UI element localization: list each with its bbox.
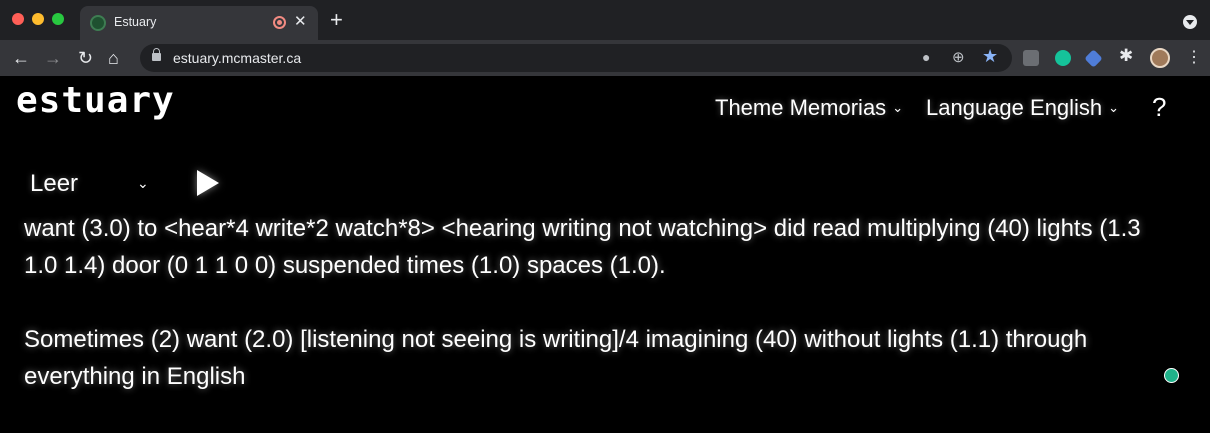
back-arrow-icon[interactable]: ← <box>12 47 30 69</box>
lock-icon[interactable] <box>152 48 161 61</box>
forward-arrow-icon[interactable]: → <box>44 47 62 69</box>
grammarly-extension-icon[interactable] <box>1055 50 1071 66</box>
profile-avatar[interactable] <box>1150 48 1170 68</box>
status-indicator <box>1164 368 1179 383</box>
chevron-down-icon: ⌄ <box>1108 100 1120 115</box>
reload-icon[interactable]: ↻ <box>78 47 93 69</box>
mode-select[interactable]: Leer <box>30 170 78 198</box>
extension-icon[interactable] <box>1084 49 1103 68</box>
browser-tab[interactable]: Estuary ✕ <box>80 6 318 40</box>
zoom-icon[interactable]: ⊕ <box>952 48 965 66</box>
microphone-icon[interactable]: ● <box>922 49 930 65</box>
theme-label: Theme <box>715 95 784 120</box>
browser-tab-bar: Estuary ✕ + <box>0 0 1210 40</box>
close-window-button[interactable] <box>12 13 24 25</box>
play-button[interactable] <box>197 170 219 196</box>
url-text[interactable]: estuary.mcmaster.ca <box>173 50 301 66</box>
tab-close-button[interactable]: ✕ <box>294 12 307 32</box>
estuary-favicon-icon <box>90 15 106 31</box>
bookmark-star-icon[interactable]: ★ <box>982 46 998 67</box>
extensions-puzzle-icon[interactable]: ✱ <box>1119 46 1133 66</box>
help-button[interactable]: ? <box>1152 92 1166 123</box>
chevron-down-icon: ⌄ <box>892 100 904 115</box>
extension-icon[interactable] <box>1023 50 1039 66</box>
estuary-logo: estuary <box>16 80 175 121</box>
chevron-down-icon[interactable]: ⌄ <box>137 175 149 192</box>
text-paragraph: Sometimes (2) want (2.0) [listening not … <box>24 326 1088 390</box>
new-tab-button[interactable]: + <box>330 9 343 31</box>
theme-dropdown[interactable]: Theme Memorias ⌄ <box>715 95 903 121</box>
home-icon[interactable]: ⌂ <box>108 47 119 69</box>
browser-menu-icon[interactable]: ⋮ <box>1186 48 1202 68</box>
tab-title: Estuary <box>114 15 157 29</box>
tab-search-button[interactable] <box>1183 15 1197 29</box>
address-bar[interactable]: estuary.mcmaster.ca ● ⊕ ★ <box>140 44 1012 72</box>
language-dropdown[interactable]: Language English ⌄ <box>926 95 1119 121</box>
maximize-window-button[interactable] <box>52 13 64 25</box>
text-paragraph: want (3.0) to <hear*4 write*2 watch*8> <… <box>24 215 1141 279</box>
browser-toolbar: ← → ↻ ⌂ estuary.mcmaster.ca ● ⊕ ★ ✱ ⋮ <box>0 40 1210 76</box>
language-label: Language <box>926 95 1024 120</box>
language-value: English <box>1030 95 1103 120</box>
theme-value: Memorias <box>789 95 887 120</box>
minimize-window-button[interactable] <box>32 13 44 25</box>
recording-icon <box>273 16 286 29</box>
